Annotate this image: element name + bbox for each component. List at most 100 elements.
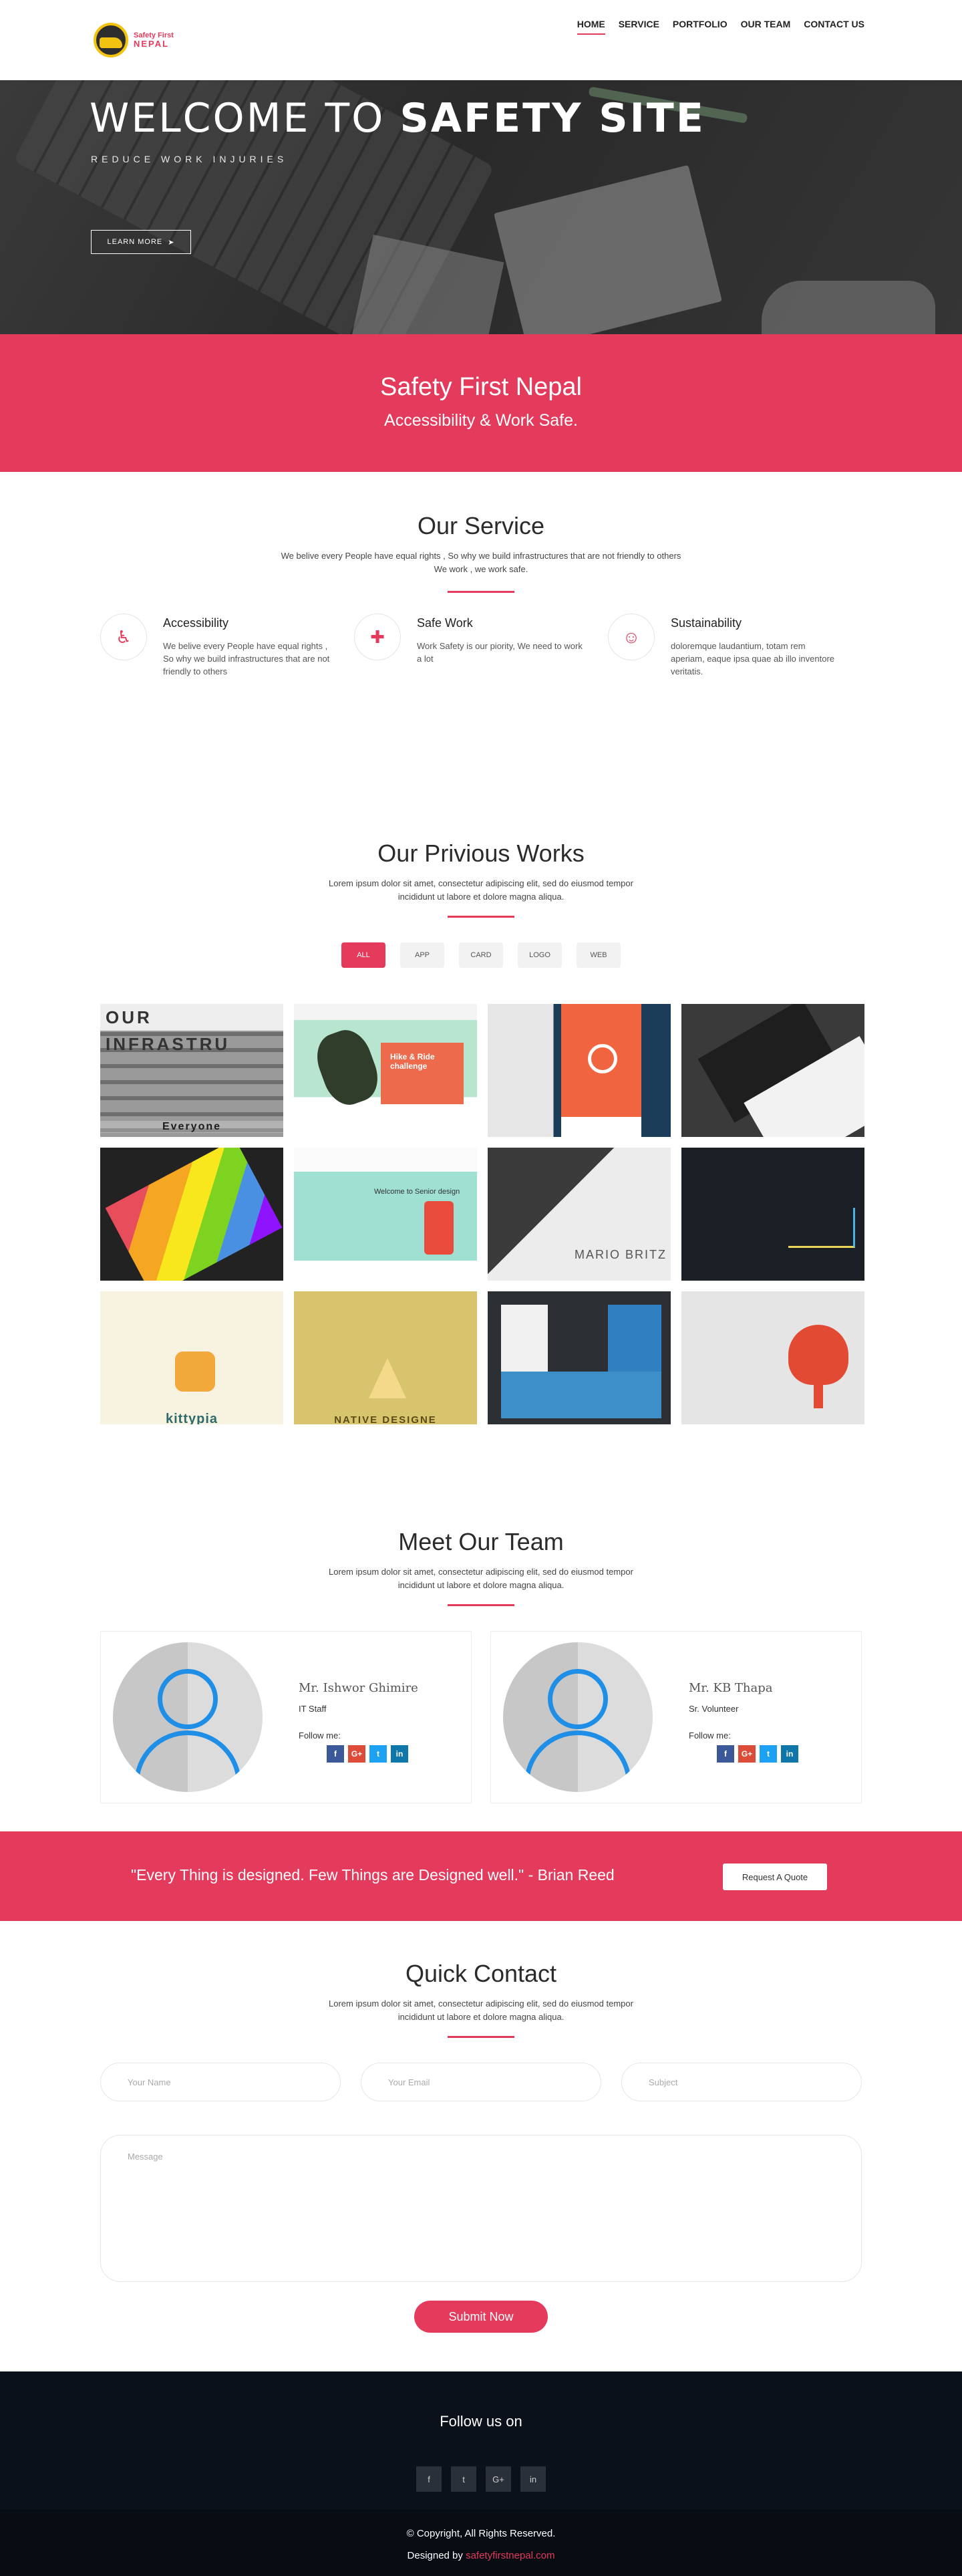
service-item-text: We belive every People have equal rights… <box>163 641 330 676</box>
portfolio-item-image <box>309 1023 385 1112</box>
learn-more-button[interactable]: LEARN MORE ➤ <box>91 230 191 254</box>
portfolio-item-caption: Hike & Ride challenge <box>381 1043 464 1104</box>
linkedin-icon[interactable]: in <box>520 2466 546 2492</box>
portfolio-item-note-app[interactable] <box>488 1291 671 1424</box>
portfolio-item-weather-app[interactable] <box>488 1004 671 1137</box>
service-item-title: Sustainability <box>671 616 742 630</box>
service-item-accessibility: ♿ Accessibility We belive every People h… <box>100 614 354 678</box>
logo-line2: NEPAL <box>134 38 170 49</box>
submit-button[interactable]: Submit Now <box>414 2301 548 2333</box>
site-logo[interactable]: Safety First NEPAL <box>94 23 174 57</box>
main-menu: HOME SERVICE PORTFOLIO OUR TEAM CONTACT … <box>577 19 864 35</box>
service-title: Our Service <box>417 512 545 539</box>
request-quote-button[interactable]: Request A Quote <box>723 1863 827 1890</box>
portfolio-item-rainbow-cards[interactable] <box>100 1148 283 1281</box>
section-divider <box>448 591 514 593</box>
portfolio-item-dashboard-app[interactable] <box>681 1148 864 1281</box>
banner-subtitle: Accessibility & Work Safe. <box>384 411 578 430</box>
linkedin-icon[interactable]: in <box>781 1745 798 1763</box>
nav-service[interactable]: SERVICE <box>619 19 659 35</box>
message-field[interactable] <box>100 2135 862 2282</box>
nav-our-team[interactable]: OUR TEAM <box>741 19 791 35</box>
smile-icon: ☺ <box>608 614 655 660</box>
top-navbar: Safety First NEPAL HOME SERVICE PORTFOLI… <box>0 0 962 80</box>
google-plus-icon[interactable]: G+ <box>348 1745 365 1763</box>
portfolio-item-bar <box>561 1117 641 1137</box>
avatar <box>113 1642 263 1792</box>
portfolio-item-infrastructure[interactable]: OUR INFRASTRU Everyone <box>100 1004 283 1137</box>
portfolio-item-caption: Welcome to Senior design <box>374 1188 460 1196</box>
quote-banner: "Every Thing is designed. Few Things are… <box>0 1831 962 1921</box>
nav-portfolio[interactable]: PORTFOLIO <box>673 19 728 35</box>
hero-title: WELCOME TO SAFETY SITE <box>90 95 705 142</box>
portfolio-filters: ALL APP CARD LOGO WEB <box>0 942 962 968</box>
follow-label: Follow me: <box>689 1730 731 1741</box>
medkit-icon: ✚ <box>354 614 401 660</box>
contact-description: Lorem ipsum dolor sit amet, consectetur … <box>329 1999 633 2022</box>
hero-section: WELCOME TO SAFETY SITE REDUCE WORK INJUR… <box>0 80 962 334</box>
portfolio-item-business-cards[interactable] <box>681 1004 864 1137</box>
service-item-title: Safe Work <box>417 616 473 630</box>
portfolio-item-native-designe[interactable]: NATIVE DESIGNE <box>294 1291 477 1424</box>
linkedin-icon[interactable]: in <box>391 1745 408 1763</box>
contact-title: Quick Contact <box>405 1960 557 1987</box>
facebook-icon[interactable]: f <box>327 1745 344 1763</box>
portfolio-item-panel <box>501 1305 548 1372</box>
footer-follow-title: Follow us on <box>440 2413 522 2430</box>
filter-logo[interactable]: LOGO <box>518 942 562 968</box>
service-description: We belive every People have equal rights… <box>281 551 681 574</box>
contact-section: Quick Contact Lorem ipsum dolor sit amet… <box>0 1921 962 2371</box>
footer-bottom: © Copyright, All Rights Reserved. Design… <box>0 2509 962 2576</box>
portfolio-item-mario-britz[interactable]: MARIO BRITZ <box>488 1148 671 1281</box>
portfolio-item-hike-ride[interactable]: Hike & Ride challenge <box>294 1004 477 1137</box>
twitter-icon[interactable]: t <box>760 1745 777 1763</box>
filter-card[interactable]: CARD <box>459 942 503 968</box>
designer-link[interactable]: safetyfirstnepal.com <box>466 2550 554 2561</box>
portfolio-item-label: kittypia <box>165 1412 218 1424</box>
name-field[interactable] <box>100 2063 341 2101</box>
service-item-text: doloremque laudantium, totam rem aperiam… <box>671 641 835 676</box>
service-item-sustainability: ☺ Sustainability doloremque laudantium, … <box>608 614 862 678</box>
service-item-title: Accessibility <box>163 616 229 630</box>
google-plus-icon[interactable]: G+ <box>486 2466 511 2492</box>
subject-field[interactable] <box>621 2063 862 2101</box>
section-divider <box>448 916 514 918</box>
quote-text: "Every Thing is designed. Few Things are… <box>131 1866 615 1884</box>
banner-title: Safety First Nepal <box>380 373 582 401</box>
email-field[interactable] <box>361 2063 601 2101</box>
facebook-icon[interactable]: f <box>717 1745 734 1763</box>
portfolio-item-image <box>105 1148 283 1281</box>
member-role: Sr. Volunteer <box>689 1704 739 1714</box>
nav-contact-us[interactable]: CONTACT US <box>804 19 864 35</box>
portfolio-item-panel <box>608 1305 661 1372</box>
portfolio-item-heading: OUR INFRASTRU <box>100 1004 283 1054</box>
portfolio-item-caption: MARIO BRITZ <box>575 1248 667 1261</box>
google-plus-icon[interactable]: G+ <box>738 1745 756 1763</box>
twitter-icon[interactable]: t <box>369 1745 387 1763</box>
nav-home[interactable]: HOME <box>577 19 605 35</box>
portfolio-section: Our Privious Works Lorem ipsum dolor sit… <box>0 793 962 1481</box>
wheelchair-icon: ♿ <box>100 614 147 660</box>
portfolio-item-senior-design[interactable]: Welcome to Senior design <box>294 1148 477 1281</box>
hero-background-paper <box>494 164 722 334</box>
filter-app[interactable]: APP <box>400 942 444 968</box>
sun-icon <box>588 1044 617 1073</box>
team-member-card: Mr. Ishwor Ghimire IT Staff Follow me: f… <box>100 1631 472 1803</box>
avatar <box>503 1642 653 1792</box>
facebook-icon[interactable]: f <box>416 2466 442 2492</box>
twitter-icon[interactable]: t <box>451 2466 476 2492</box>
service-section: Our Service We belive every People have … <box>0 472 962 793</box>
portfolio-title: Our Privious Works <box>377 840 585 867</box>
portfolio-item-tree-logo[interactable] <box>681 1291 864 1424</box>
filter-all[interactable]: ALL <box>341 942 385 968</box>
portfolio-item-kittypia[interactable]: kittypia <box>100 1291 283 1424</box>
follow-label: Follow me: <box>299 1730 341 1741</box>
section-divider <box>448 1604 514 1606</box>
member-socials: f G+ t in <box>327 1745 408 1763</box>
filter-web[interactable]: WEB <box>577 942 621 968</box>
service-item-safe-work: ✚ Safe Work Work Safety is our piority, … <box>354 614 608 678</box>
portfolio-item-phone <box>424 1201 454 1255</box>
portfolio-item-label: NATIVE DESIGNE <box>334 1414 437 1424</box>
cat-icon <box>175 1351 215 1392</box>
intro-banner: Safety First Nepal Accessibility & Work … <box>0 334 962 472</box>
